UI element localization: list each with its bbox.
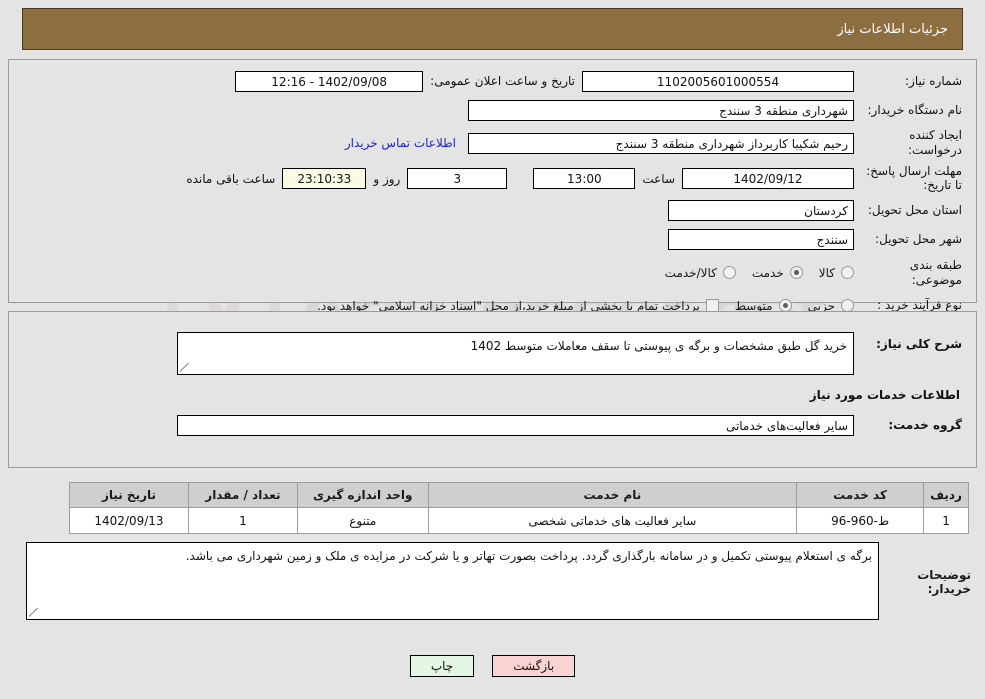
row-need-number: شماره نیاز: 1102005601000554 تاریخ و ساع…: [23, 70, 962, 92]
table-row: 1 ط-960-96 سایر فعالیت های خدماتی شخصی م…: [69, 507, 969, 534]
buyer-org-value: شهرداری منطقه 3 سنندج: [468, 99, 854, 121]
category-option-kala[interactable]: کالا: [803, 266, 854, 280]
col-header-service-code: کد خدمت: [796, 482, 925, 508]
buyer-notes-textarea[interactable]: برگه ی استعلام پیوستی تکمیل و در سامانه …: [26, 542, 879, 620]
row-general-description: شرح کلی نیاز: خرید گل طبق مشخصات و برگه …: [23, 332, 962, 375]
row-delivery-city: شهر محل تحویل: سنندج: [23, 229, 962, 251]
delivery-city-value: سنندج: [668, 229, 854, 251]
items-and-notes-section: ردیف کد خدمت نام خدمت واحد اندازه گیری ت…: [0, 474, 985, 645]
delivery-province-label: استان محل تحویل:: [867, 203, 962, 218]
col-header-radif: ردیف: [923, 482, 969, 508]
cell-service-code: ط-960-96: [796, 507, 925, 534]
public-announce-value: 1402/09/08 - 12:16: [235, 70, 424, 92]
deadline-time-value: 13:00: [533, 168, 636, 190]
remaining-hours-label: ساعت باقی مانده: [186, 171, 276, 186]
service-group-value: سایر فعالیت‌های خدماتی: [177, 414, 854, 436]
col-header-quantity: تعداد / مقدار: [187, 482, 298, 508]
row-buyer-notes: توضیحات خریدار: برگه ی استعلام پیوستی تک…: [14, 542, 971, 620]
days-remaining-value: 3: [407, 168, 508, 190]
need-information-panel: شماره نیاز: 1102005601000554 تاریخ و ساع…: [8, 59, 977, 313]
category-label-khedmat: خدمت: [751, 265, 784, 280]
request-creator-value: رحیم شکیبا کاربرداز شهرداری منطقه 3 سنند…: [468, 132, 854, 154]
row-request-creator: ایجاد کننده درخواست: رحیم شکیبا کاربرداز…: [23, 128, 962, 158]
buyer-notes-label: توضیحات خریدار:: [917, 568, 971, 596]
category-option-kala-khedmat[interactable]: کالا/خدمت: [649, 266, 736, 280]
general-description-textarea[interactable]: خرید گل طبق مشخصات و برگه ی پیوستی تا سق…: [177, 332, 854, 375]
page-title: جزئیات اطلاعات نیاز: [837, 21, 948, 37]
buyer-org-label: نام دستگاه خریدار:: [867, 102, 963, 117]
radio-kala-khedmat-icon[interactable]: [722, 266, 736, 280]
description-panel: شرح کلی نیاز: خرید گل طبق مشخصات و برگه …: [8, 311, 977, 468]
cell-unit: متنوع: [296, 507, 429, 534]
page-header: جزئیات اطلاعات نیاز: [22, 8, 963, 50]
need-number-label: شماره نیاز:: [905, 73, 962, 88]
deadline-time-label: ساعت: [642, 171, 675, 186]
col-header-service-name: نام خدمت: [427, 482, 798, 508]
countdown-timer: 23:10:33: [282, 168, 367, 190]
cell-service-name: سایر فعالیت های خدماتی شخصی: [427, 507, 798, 534]
deadline-date-value: 1402/09/12: [682, 168, 854, 190]
row-subject-category: طبقه بندی موضوعی: کالا خدمت کالا/خدمت: [23, 258, 962, 288]
public-announce-label: تاریخ و ساعت اعلان عمومی:: [430, 74, 575, 88]
buyer-contact-link[interactable]: اطلاعات تماس خریدار: [345, 136, 456, 150]
category-label-kala-khedmat: کالا/خدمت: [664, 265, 717, 280]
cell-need-date: 1402/09/13: [69, 507, 189, 534]
category-label-kala: کالا: [818, 265, 835, 280]
services-section-title: اطلاعات خدمات مورد نیاز: [809, 388, 960, 402]
response-deadline-label: مهلت ارسال پاسخ: تا تاریخ:: [866, 164, 962, 192]
row-response-deadline: مهلت ارسال پاسخ: تا تاریخ: 1402/09/12 سا…: [23, 164, 962, 193]
print-button[interactable]: چاپ: [409, 655, 475, 677]
table-header-row: ردیف کد خدمت نام خدمت واحد اندازه گیری ت…: [69, 482, 969, 508]
radio-kala-icon[interactable]: [841, 266, 854, 280]
general-description-label: شرح کلی نیاز:: [876, 337, 962, 351]
subject-category-label: طبقه بندی موضوعی:: [909, 257, 962, 287]
request-creator-label: ایجاد کننده درخواست:: [908, 128, 962, 157]
delivery-province-value: کردستان: [668, 200, 854, 222]
row-buyer-organization: نام دستگاه خریدار: شهرداری منطقه 3 سنندج: [23, 99, 962, 121]
cell-radif: 1: [923, 507, 969, 534]
category-option-khedmat[interactable]: خدمت: [736, 266, 803, 280]
service-items-table: ردیف کد خدمت نام خدمت واحد اندازه گیری ت…: [69, 482, 969, 534]
category-radio-group: کالا خدمت کالا/خدمت: [649, 266, 854, 280]
days-label: روز و: [373, 171, 401, 186]
cell-quantity: 1: [187, 507, 298, 534]
footer-actions: بازگشت چاپ: [0, 655, 985, 677]
row-delivery-province: استان محل تحویل: کردستان: [23, 200, 962, 222]
need-number-value: 1102005601000554: [582, 70, 854, 92]
col-header-unit: واحد اندازه گیری: [296, 482, 429, 508]
delivery-city-label: شهر محل تحویل:: [875, 232, 962, 247]
row-service-group: گروه خدمت: سایر فعالیت‌های خدماتی: [23, 414, 962, 436]
col-header-need-date: تاریخ نیاز: [69, 482, 189, 508]
back-button[interactable]: بازگشت: [492, 655, 576, 677]
service-group-label: گروه خدمت:: [888, 417, 962, 432]
radio-khedmat-icon[interactable]: [789, 266, 803, 280]
